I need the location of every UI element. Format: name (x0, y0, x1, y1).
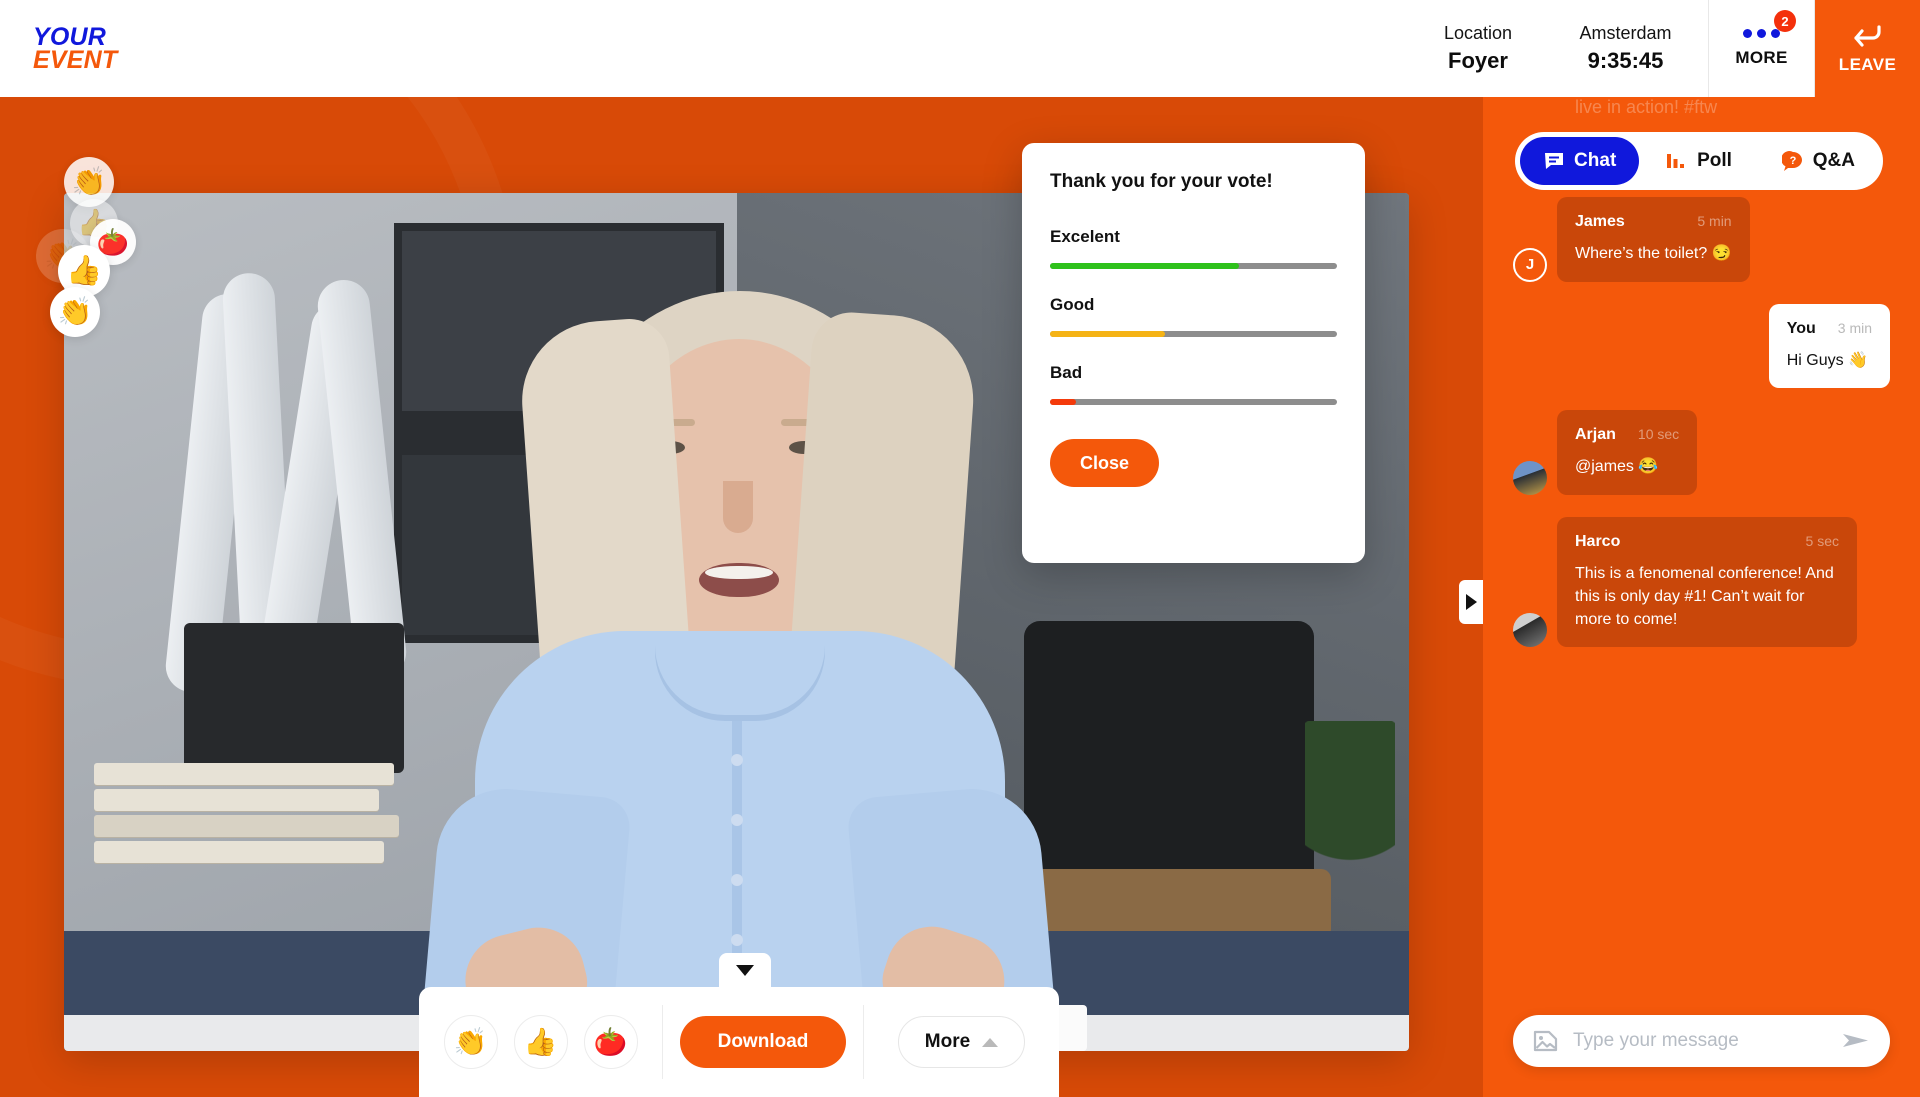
chat-panel-tabs: Chat Poll? Q&A (1515, 132, 1883, 190)
speaker-figure (417, 291, 1058, 1051)
time-value: 9:35:45 (1587, 48, 1664, 73)
poll-results-modal: Thank you for your vote! Excelent Good Bad… (1022, 143, 1365, 563)
clock-info: Amsterdam 9:35:45 (1543, 0, 1708, 97)
poll-option-row: Good (1050, 295, 1337, 337)
chat-bubble-icon (1543, 151, 1565, 171)
tab-label: Chat (1574, 150, 1617, 171)
bar-chart-icon (1666, 151, 1688, 171)
image-icon[interactable] (1533, 1029, 1559, 1053)
send-icon[interactable] (1842, 1031, 1870, 1051)
tab-qa[interactable]: ? Q&A (1759, 137, 1878, 185)
message-timestamp: 10 sec (1637, 426, 1680, 443)
location-value: Foyer (1448, 48, 1508, 73)
poll-modal-title: Thank you for your vote! (1050, 171, 1273, 192)
download-button[interactable]: Download (679, 1016, 847, 1068)
message-timestamp: 5 min (1697, 213, 1732, 229)
message-text: This is a fenomenal conference! And this… (1575, 565, 1834, 628)
poll-option-track (1050, 263, 1337, 269)
app-header: YOUR EVENT Location Foyer Amsterdam 9:35… (0, 0, 1920, 97)
message-composer[interactable] (1513, 1015, 1890, 1067)
poll-option-row: Bad (1050, 363, 1337, 405)
chevron-up-icon (982, 1037, 999, 1047)
avatar[interactable]: J (1513, 247, 1547, 282)
logo[interactable]: YOUR EVENT (0, 0, 330, 97)
message-author: Harco (1575, 533, 1621, 551)
scrolled-message-preview: live in action! #ftw (1575, 97, 1718, 117)
chat-message: You 3 min Hi Guys 👋 (1513, 303, 1890, 389)
poll-option-label: Excelent (1050, 227, 1120, 246)
chat-bubble: You 3 min Hi Guys 👋 (1768, 303, 1890, 389)
clap-emoji[interactable]: 👏 (443, 1015, 498, 1069)
tab-label: Q&A (1812, 150, 1855, 171)
app-root: YOUR EVENT Location Foyer Amsterdam 9:35… (0, 0, 1920, 1097)
return-arrow-icon (1853, 23, 1883, 49)
chat-bubble: James 5 min Where’s the toilet? 😏 (1557, 197, 1750, 282)
leave-button[interactable]: LEAVE (1815, 0, 1920, 97)
more-notification-badge: 2 (1774, 10, 1796, 32)
poll-close-button[interactable]: Close (1050, 439, 1160, 487)
location-info: Location Foyer (1413, 0, 1543, 97)
message-timestamp: 3 min (1837, 319, 1872, 336)
poll-option-track (1050, 331, 1337, 337)
panel-toggle-button[interactable] (1459, 580, 1483, 624)
reaction-buttons: 👏 👍 🍅 (419, 987, 662, 1097)
poll-option-fill (1050, 331, 1165, 337)
tomato-emoji[interactable]: 🍅 (583, 1015, 638, 1069)
header-spacer (330, 0, 1413, 97)
three-dots-icon (1743, 29, 1780, 38)
more-button[interactable]: MORE 2 (1709, 0, 1814, 97)
tab-poll[interactable]: Poll (1639, 137, 1758, 185)
message-text: @james 😂 (1575, 458, 1659, 476)
message-author: James (1575, 213, 1625, 230)
more-button-label: MORE (1735, 48, 1788, 67)
chat-panel: live in action! #ftw Chat Poll? Q&A J James… (1483, 97, 1920, 1097)
toolbar-collapse-button[interactable] (719, 953, 771, 987)
avatar[interactable] (1513, 613, 1547, 648)
chevron-down-icon (736, 964, 754, 976)
location-label: Location (1443, 23, 1513, 43)
more-section: More (864, 987, 1059, 1097)
city-label: Amsterdam (1579, 23, 1672, 43)
avatar[interactable] (1513, 461, 1547, 496)
chat-bubble: Harco 5 sec This is a fenomenal conference… (1557, 517, 1857, 648)
poll-option-fill (1050, 399, 1076, 405)
poll-option-label: Bad (1050, 363, 1083, 382)
question-bubble-icon: ? (1781, 151, 1804, 171)
toolbar-more-label: More (924, 1031, 971, 1052)
svg-text:?: ? (1789, 155, 1796, 167)
message-author: You (1786, 319, 1816, 337)
chat-bubble: Arjan 10 sec @james 😂 (1557, 410, 1698, 496)
poll-option-track (1050, 399, 1337, 405)
message-text: Hi Guys 👋 (1786, 351, 1868, 369)
tab-chat[interactable]: Chat (1520, 137, 1640, 185)
chevron-right-icon (1465, 594, 1477, 610)
chat-message: J James 5 min Where’s the toilet? 😏 (1513, 197, 1890, 282)
chat-message: Harco 5 sec This is a fenomenal conference… (1513, 517, 1890, 648)
bottom-toolbar: 👏 👍 🍅 Download More (419, 987, 1059, 1097)
poll-option-label: Good (1050, 295, 1095, 314)
message-timestamp: 5 sec (1805, 533, 1839, 550)
message-text: Where’s the toilet? 😏 (1575, 245, 1732, 262)
chat-message: Arjan 10 sec @james 😂 (1513, 410, 1890, 496)
download-section: Download (663, 987, 863, 1097)
poll-options-list: Excelent Good Bad (1050, 227, 1337, 405)
toolbar-more-button[interactable]: More (897, 1016, 1026, 1068)
leave-button-label: LEAVE (1838, 54, 1897, 74)
message-input[interactable] (1573, 1030, 1828, 1052)
message-author: Arjan (1575, 426, 1616, 444)
logo-line-2: EVENT (33, 45, 118, 74)
thumbs-up-emoji[interactable]: 👍 (513, 1015, 568, 1069)
poll-option-row: Excelent (1050, 227, 1337, 269)
tab-label: Poll (1697, 150, 1732, 171)
chat-message-list[interactable]: J James 5 min Where’s the toilet? 😏 You 3 min… (1483, 197, 1920, 982)
poll-option-fill (1050, 263, 1240, 269)
